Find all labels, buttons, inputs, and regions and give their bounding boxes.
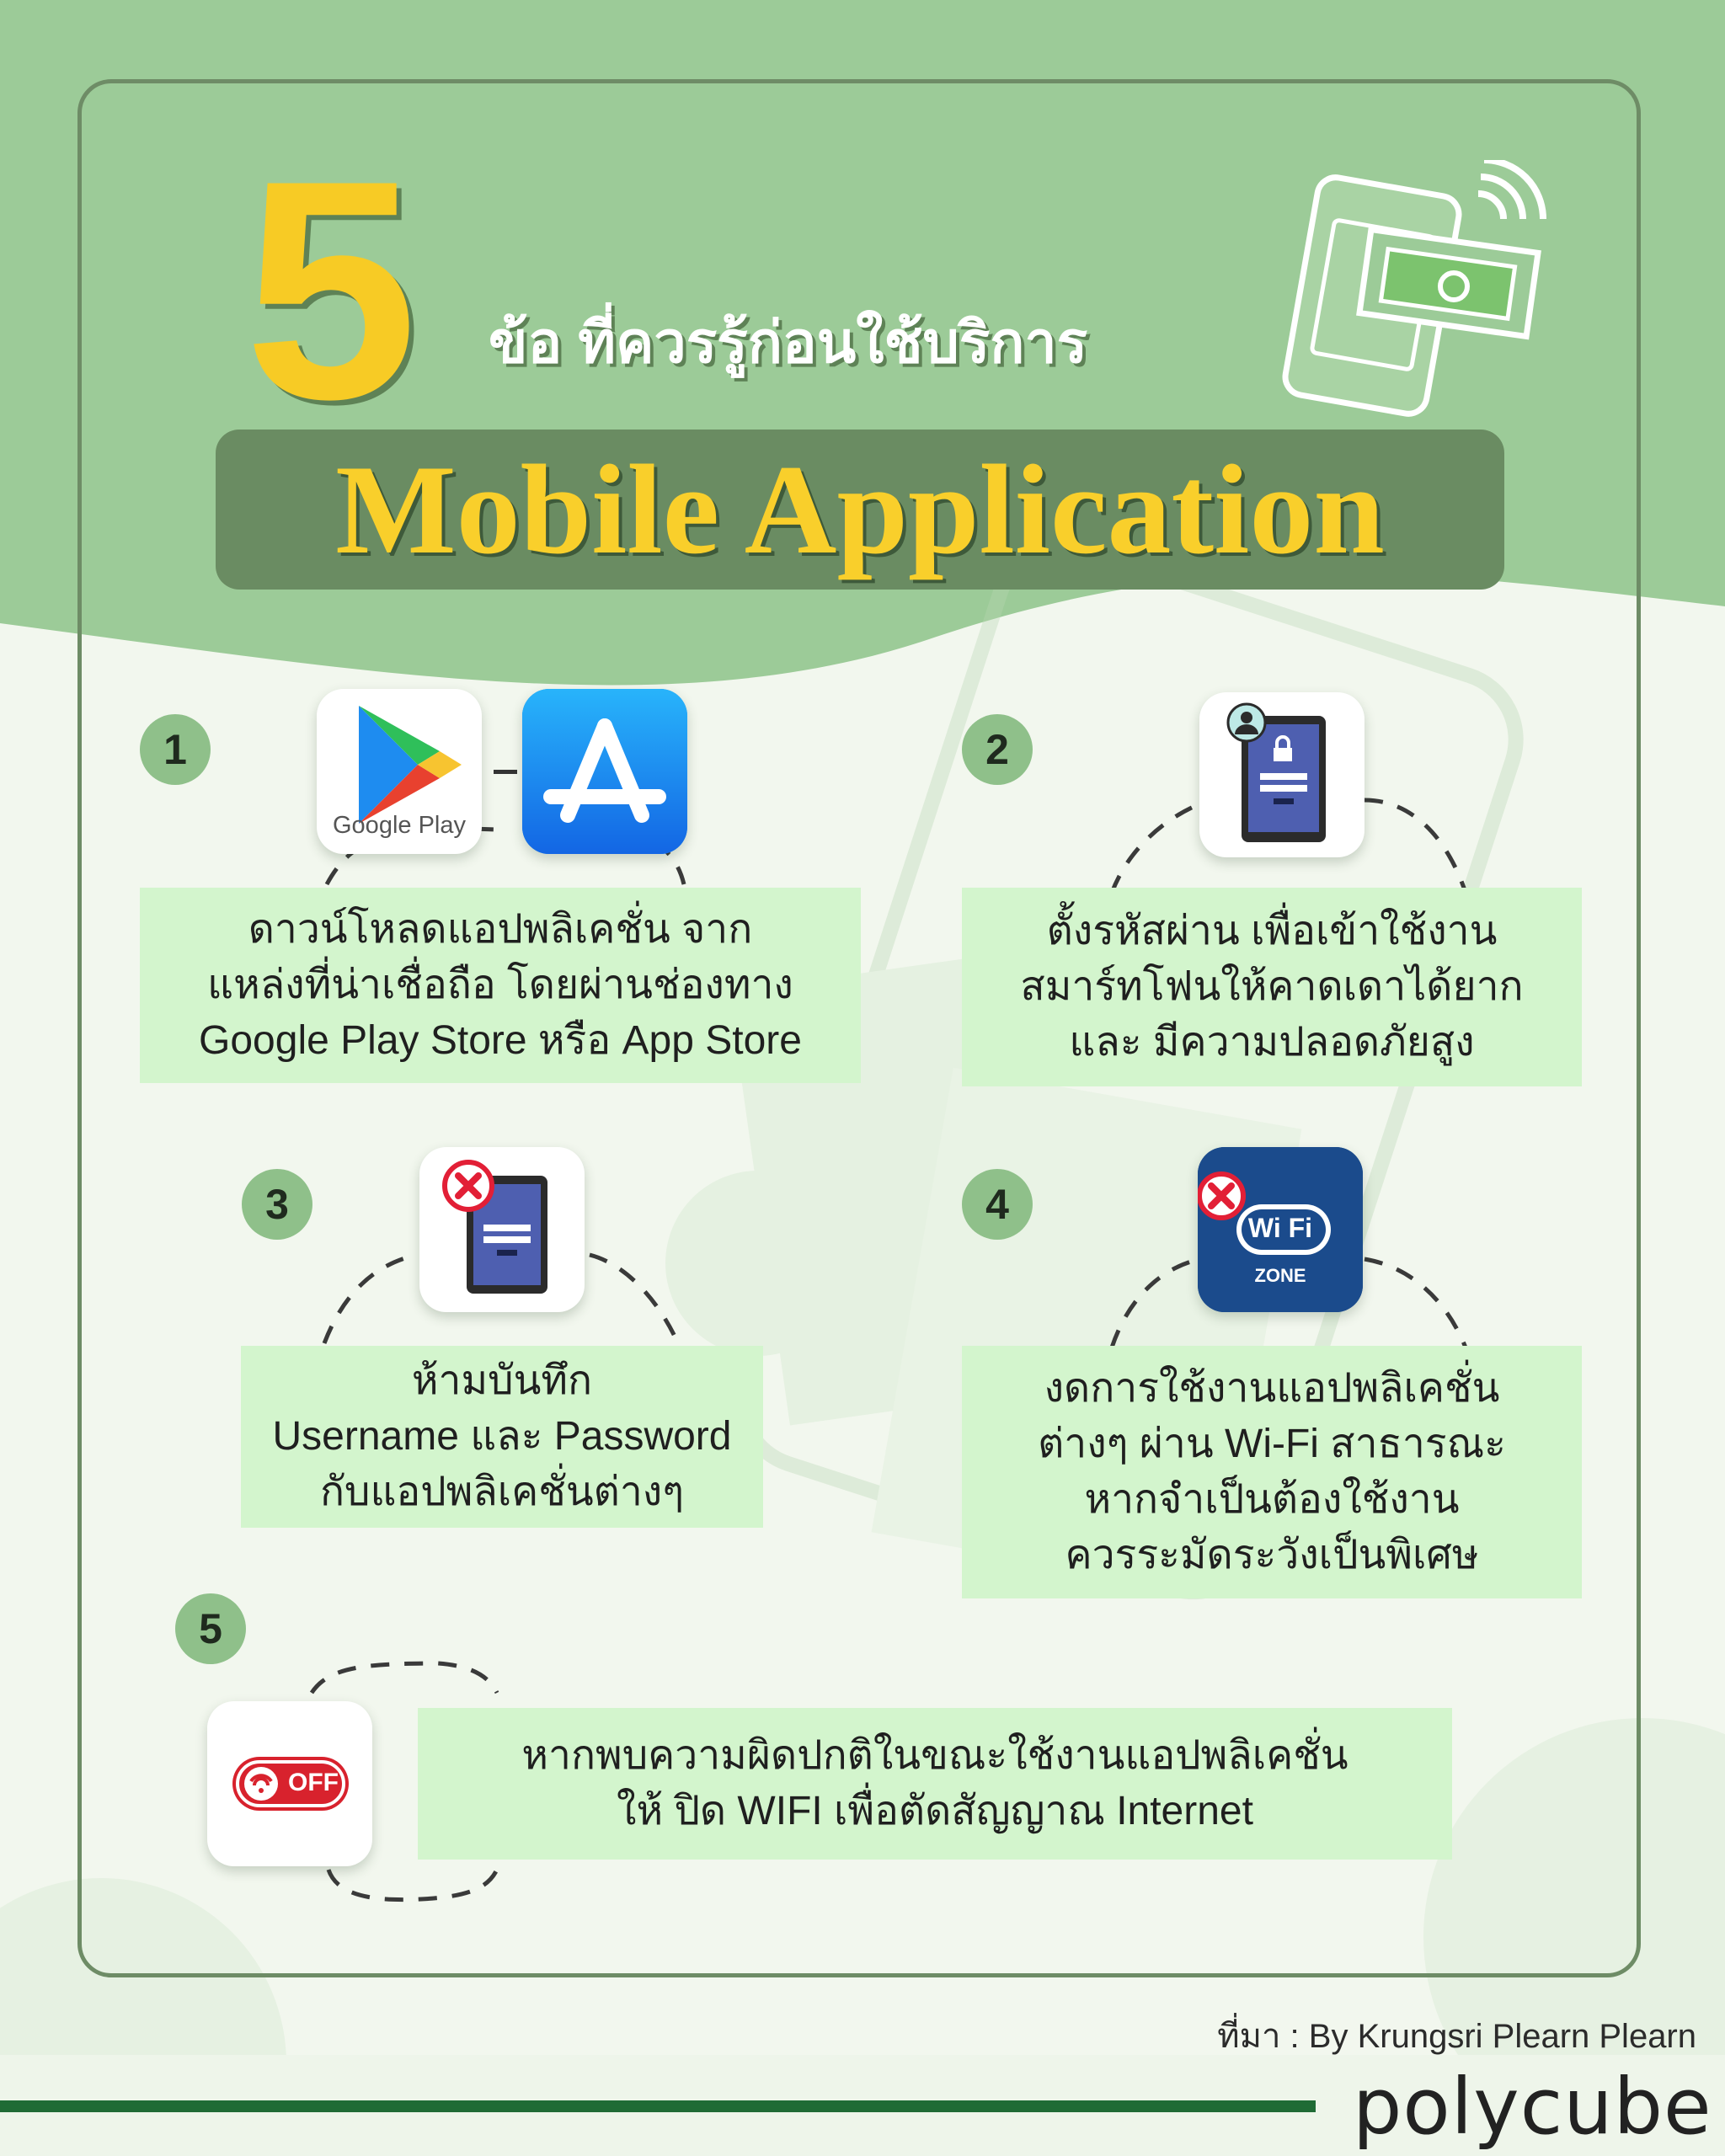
icon-link-dash	[494, 770, 517, 774]
tip-5-line: ให้ ปิด WIFI เพื่อตัดสัญญาณ Internet	[617, 1789, 1253, 1833]
tip-4-line: ต่างๆ ผ่าน Wi-Fi สาธารณะ	[1038, 1422, 1506, 1466]
google-play-app-tile: Google Play	[317, 689, 482, 854]
tip-2-text: ตั้งรหัสผ่าน เพื่อเข้าใช้งาน สมาร์ทโฟนให…	[962, 888, 1582, 1086]
source-credit: ที่มา : By Krungsri Plearn Plearn	[1217, 2018, 1696, 2055]
phone-login-denied-icon	[442, 1160, 547, 1294]
tip-1-number: 1	[140, 714, 211, 785]
tip-4-line: หากจำเป็นต้องใช้งาน	[1084, 1477, 1460, 1522]
tip-4-line: งดการใช้งานแอปพลิเคชั่น	[1044, 1366, 1500, 1411]
tip-4-line: ควรระมัดระวังเป็นพิเศษ	[1065, 1533, 1479, 1577]
tip-2-number: 2	[962, 714, 1033, 785]
tip-1-text: ดาวน์โหลดแอปพลิเคชั่น จาก แหล่งที่น่าเชื…	[140, 888, 861, 1083]
wifi-zone-tile: Wi Fi ZONE	[1198, 1147, 1363, 1312]
tip-1-line: Google Play Store หรือ App Store	[199, 1018, 802, 1063]
tip-4-text: งดการใช้งานแอปพลิเคชั่น ต่างๆ ผ่าน Wi-Fi…	[962, 1346, 1582, 1598]
app-store-app-tile	[522, 689, 687, 854]
polycube-logo: polycube	[1353, 2062, 1712, 2152]
phone-login-denied-tile	[419, 1147, 585, 1312]
tip-2-line: และ มีความปลอดภัยสูง	[1069, 1020, 1475, 1065]
tip-4-number: 4	[962, 1169, 1033, 1240]
wifi-zone-word: Wi Fi	[1247, 1213, 1313, 1243]
tip-1-line: แหล่งที่น่าเชื่อถือ โดยผ่านช่องทาง	[207, 963, 793, 1007]
wifi-zone-label: ZONE	[1254, 1265, 1306, 1286]
app-store-icon	[522, 689, 687, 854]
tip-3-text: ห้ามบันทึก Username และ Password กับแอปพ…	[241, 1346, 763, 1528]
wifi-off-tile: OFF	[207, 1701, 372, 1866]
tip-2-line: สมาร์ทโฟนให้คาดเดาได้ยาก	[1020, 964, 1524, 1009]
locked-phone-icon	[1226, 702, 1326, 842]
tip-5-text: หากพบความผิดปกติในขณะใช้งานแอปพลิเคชั่น …	[418, 1708, 1452, 1860]
tip-5-number: 5	[175, 1593, 246, 1664]
tip-2-line: ตั้งรหัสผ่าน เพื่อเข้าใช้งาน	[1046, 909, 1498, 953]
locked-phone-tile	[1199, 692, 1365, 857]
tip-3-number: 3	[242, 1169, 312, 1240]
google-play-label: Google Play	[333, 812, 466, 839]
wifi-off-label: OFF	[288, 1769, 339, 1796]
footer-divider	[0, 2100, 1316, 2112]
tip-3-line: กับแอปพลิเคชั่นต่างๆ	[319, 1470, 685, 1514]
tip-3-line: Username และ Password	[272, 1414, 732, 1459]
tip-1-line: ดาวน์โหลดแอปพลิเคชั่น จาก	[248, 907, 753, 952]
tip-3-line: ห้ามบันทึก	[411, 1358, 593, 1403]
tip-5-line: หากพบความผิดปกติในขณะใช้งานแอปพลิเคชั่น	[521, 1733, 1348, 1778]
